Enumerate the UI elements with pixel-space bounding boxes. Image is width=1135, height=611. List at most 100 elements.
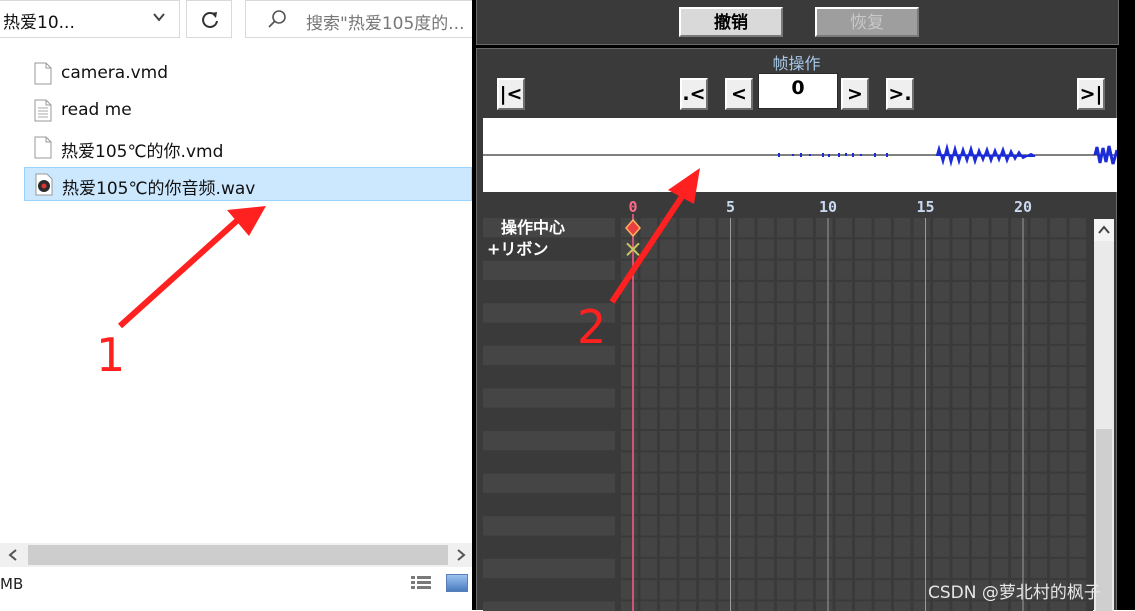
frame-cell [952,260,969,280]
chevron-down-icon[interactable] [152,10,166,24]
frame-cell [874,345,891,366]
frame-cell [699,260,716,280]
frame-cell [738,409,755,429]
frame-cell [874,558,891,579]
frame-cell [699,537,716,557]
frame-cell [699,494,716,515]
frame-cell [640,345,657,366]
frame-cell [972,452,989,472]
timeline-vertical-scrollbar[interactable] [1094,219,1114,611]
frame-cell [855,281,872,302]
frame-cell [640,452,657,472]
frame-cell [640,537,657,557]
search-box[interactable]: 搜索"热爱105度的... [245,0,475,38]
frame-cell [621,580,638,600]
frame-cell [1030,303,1047,323]
frame-cell [679,409,696,429]
track-label-cell [483,558,615,579]
frame-cell [874,303,891,323]
frame-cell [796,367,813,387]
edit-section: 撤销 恢复 [476,0,1119,45]
audio-waveform[interactable] [483,118,1117,192]
frame-cell [679,367,696,387]
frame-cell [777,367,794,387]
file-item[interactable]: camera.vmd [24,57,472,91]
frame-cell [1030,367,1047,387]
frame-cell [1030,281,1047,302]
frame-cell [621,494,638,515]
frame-cell [835,537,852,557]
document-icon [34,62,52,85]
frame-cell [835,388,852,408]
ruler-label: 5 [726,198,735,216]
frame-cell [699,580,716,600]
next-key-button[interactable]: >. [886,78,914,110]
refresh-button[interactable] [186,0,232,38]
frame-cell [894,516,911,536]
horizontal-scrollbar[interactable] [0,543,472,567]
details-view-icon[interactable] [410,574,432,592]
file-item[interactable]: 热爱105℃的你.vmd [24,131,472,165]
frame-cell [796,388,813,408]
frame-cell [816,558,833,579]
frame-cell [757,218,774,238]
chevron-left-icon[interactable] [0,543,26,567]
annotation-label-1: 1 [96,328,126,382]
frame-cell [991,494,1008,515]
frame-cell [1069,324,1086,344]
frame-cell [1030,324,1047,344]
frame-cell [835,580,852,600]
frame-cell [718,367,735,387]
frame-number-input[interactable]: 0 [758,73,838,109]
frame-cell [1069,281,1086,302]
frame-cell [640,516,657,536]
frame-cell [913,409,930,429]
frame-cell [796,580,813,600]
prev-frame-button[interactable]: < [725,78,753,110]
next-frame-button[interactable]: > [841,78,869,110]
frame-cell [738,580,755,600]
frame-cell [855,473,872,493]
frame-cell [972,367,989,387]
frame-cell [718,558,735,579]
chevron-right-icon[interactable] [450,543,472,567]
address-bar[interactable]: 热爱10... [0,0,180,38]
track-label-cell [483,367,615,387]
frame-cell [835,558,852,579]
frame-cell [699,367,716,387]
file-item[interactable]: read me [24,94,472,128]
frame-cell [777,537,794,557]
prev-key-button[interactable]: .< [680,78,708,110]
scrollbar-thumb[interactable] [28,545,448,565]
frame-cell [855,431,872,451]
frame-cell [738,367,755,387]
frame-cell [972,260,989,280]
frame-cell [874,281,891,302]
frame-cell [894,281,911,302]
frame-cell [796,473,813,493]
frame-cell [894,218,911,238]
mmd-panel: 撤销 恢复 帧操作 |< .< < 0 > >. >| 0 5 10 15 20 操作中心… [472,0,1135,611]
frame-cell [894,303,911,323]
first-frame-button[interactable]: |< [497,78,525,110]
frame-cell [738,431,755,451]
thumbnail-view-icon[interactable] [446,574,468,592]
file-item-selected[interactable]: 热爱105℃的你音频.wav [24,167,472,201]
track-label-cell [483,537,615,557]
last-frame-button[interactable]: >| [1077,78,1105,110]
redo-button[interactable]: 恢复 [815,7,919,37]
frame-cell [640,580,657,600]
chevron-up-icon[interactable] [1094,219,1114,241]
undo-button[interactable]: 撤销 [679,7,783,37]
frame-cell [972,431,989,451]
frame-cell [679,473,696,493]
frame-cell [699,452,716,472]
frame-cell [816,324,833,344]
timeline-grid[interactable]: 0 5 10 15 20 操作中心 +リボン [483,196,1093,611]
frame-cell [913,218,930,238]
frame-cell [972,388,989,408]
frame-cell [816,537,833,557]
frame-cell [913,473,930,493]
frame-cell [894,367,911,387]
frame-cell [660,218,677,238]
